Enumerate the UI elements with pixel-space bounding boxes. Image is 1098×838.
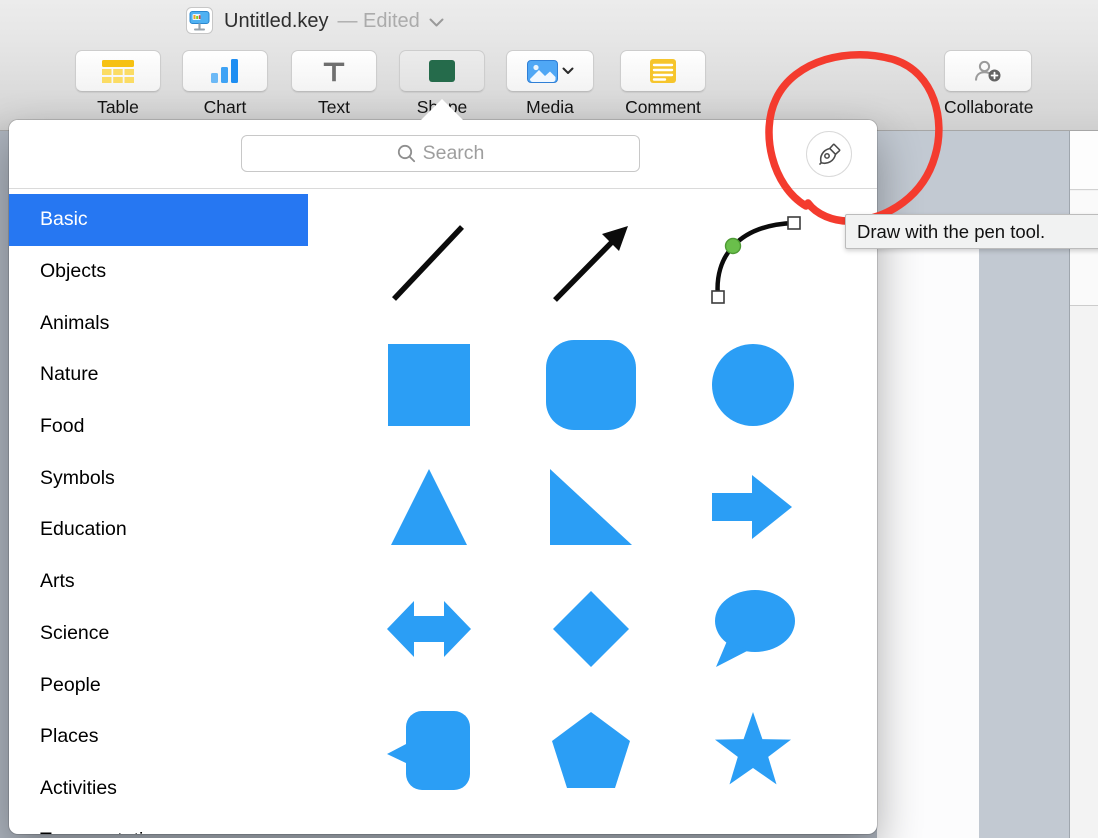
pen-icon [818, 143, 840, 165]
text-icon[interactable] [291, 50, 377, 92]
quote-callout-shape-icon [387, 710, 471, 796]
shape-tile-arrow[interactable] [510, 204, 672, 326]
toolbar-button-media[interactable]: Media [506, 50, 594, 118]
arrow-shape-icon [546, 218, 636, 313]
right-triangle-shape-icon [547, 467, 635, 552]
sidebar-item-transportation[interactable]: Transportation [9, 814, 308, 834]
sidebar-item-animals[interactable]: Animals [9, 297, 308, 349]
shape-grid [308, 190, 877, 834]
collaborate-icon[interactable] [944, 50, 1032, 92]
shape-tile-speech-bubble[interactable] [672, 570, 834, 692]
shape-tile-line[interactable] [348, 204, 510, 326]
pen-tooltip: Draw with the pen tool. [845, 214, 1098, 249]
star-shape-icon [712, 711, 794, 795]
shape-tile-left-right-arrow[interactable] [348, 570, 510, 692]
shape-tile-circle[interactable] [672, 326, 834, 448]
sidebar-item-objects[interactable]: Objects [9, 246, 308, 298]
chart-icon[interactable] [182, 50, 268, 92]
table-icon[interactable] [75, 50, 161, 92]
pentagon-shape-icon [550, 711, 632, 795]
sidebar-item-nature[interactable]: Nature [9, 349, 308, 401]
speech-bubble-shape-icon [709, 587, 797, 676]
slide-white-area [877, 248, 979, 838]
title-chevron-down-icon[interactable] [429, 18, 444, 27]
media-icon[interactable] [506, 50, 594, 92]
popover-body: Basic Objects Animals Nature Food Symbols Educ… [9, 190, 877, 834]
comment-icon[interactable] [620, 50, 706, 92]
shape-tile-square[interactable] [348, 326, 510, 448]
document-status: — Edited [337, 9, 420, 32]
toolbar: Table Chart Text Shape Media Comment Col… [0, 42, 1098, 131]
diamond-shape-icon [551, 589, 631, 674]
shape-tile-right-triangle[interactable] [510, 448, 672, 570]
pen-tool-button[interactable] [806, 131, 852, 177]
shape-tile-curve[interactable] [672, 204, 834, 326]
toolbar-button-text[interactable]: Text [291, 50, 377, 118]
right-arrow-shape-icon [712, 467, 794, 552]
left-right-arrow-shape-icon [387, 589, 471, 674]
sidebar-item-places[interactable]: Places [9, 711, 308, 763]
toolbar-button-chart[interactable]: Chart [182, 50, 268, 118]
triangle-shape-icon [389, 467, 469, 552]
shape-tile-rounded-square[interactable] [510, 326, 672, 448]
keynote-doc-icon [186, 7, 213, 34]
toolbar-button-label: Collaborate [944, 97, 1034, 117]
sidebar-item-arts[interactable]: Arts [9, 556, 308, 608]
search-placeholder: Search [422, 142, 485, 164]
window-chrome: Untitled.key — Edited Table Chart Text S… [0, 0, 1098, 131]
toolbar-button-label: Table [97, 97, 139, 117]
shape-tile-pentagon[interactable] [510, 692, 672, 814]
toolbar-button-label: Text [317, 97, 351, 117]
shape-tile-star[interactable] [672, 692, 834, 814]
sidebar-item-people[interactable]: People [9, 659, 308, 711]
category-sidebar: Basic Objects Animals Nature Food Symbols Educ… [9, 190, 308, 834]
shapes-popover: Search Basic Objects Animals Nature Food Symb… [9, 99, 877, 834]
toolbar-button-collaborate[interactable]: Collaborate [944, 50, 1034, 118]
titlebar: Untitled.key — Edited [0, 0, 1098, 42]
pen-tooltip-text: Draw with the pen tool. [857, 220, 1046, 242]
sidebar-item-symbols[interactable]: Symbols [9, 452, 308, 504]
toolbar-button-label: Comment [625, 97, 701, 117]
shape-tile-right-arrow[interactable] [672, 448, 834, 570]
sidebar-item-activities[interactable]: Activities [9, 763, 308, 815]
sidebar-item-science[interactable]: Science [9, 608, 308, 660]
sidebar-item-food[interactable]: Food [9, 401, 308, 453]
line-shape-icon [385, 218, 473, 313]
sidebar-item-basic[interactable]: Basic [9, 194, 308, 246]
toolbar-button-label: Chart [203, 97, 247, 117]
document-title: Untitled.key [224, 9, 329, 32]
search-input[interactable]: Search [241, 135, 640, 172]
circle-shape-icon [712, 343, 794, 431]
toolbar-button-label: Media [526, 97, 574, 117]
shape-tile-quote-callout[interactable] [348, 692, 510, 814]
curve-shape-icon [702, 215, 804, 316]
rounded-square-shape-icon [546, 339, 636, 435]
search-icon [397, 144, 415, 163]
shape-icon[interactable] [399, 50, 485, 92]
toolbar-button-table[interactable]: Table [75, 50, 161, 118]
shape-tile-diamond[interactable] [510, 570, 672, 692]
toolbar-button-comment[interactable]: Comment [620, 50, 706, 118]
shape-tile-triangle[interactable] [348, 448, 510, 570]
popover-header: Search [9, 120, 877, 189]
square-shape-icon [388, 343, 470, 431]
inspector-panel-top [1070, 131, 1098, 190]
popover-arrow [421, 99, 463, 120]
sidebar-item-education[interactable]: Education [9, 504, 308, 556]
